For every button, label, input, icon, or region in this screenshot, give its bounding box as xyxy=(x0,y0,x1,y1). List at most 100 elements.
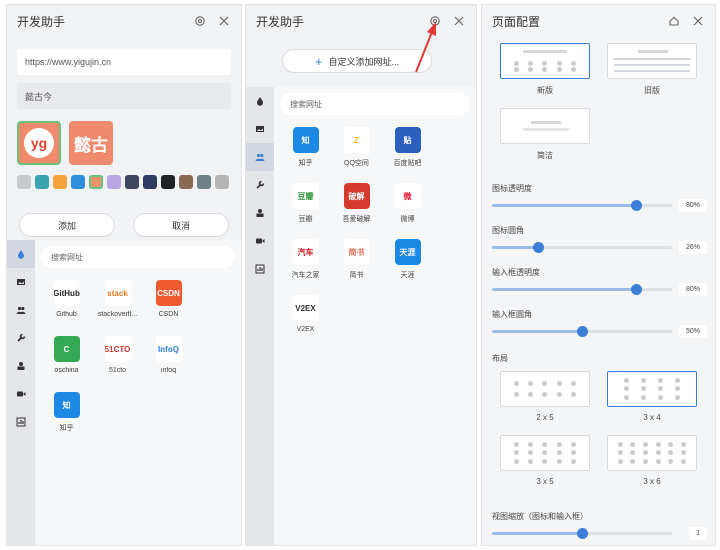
panel-header: 页面配置 xyxy=(482,5,715,37)
site-item[interactable]: 知知乎 xyxy=(280,127,331,183)
category-chart-icon[interactable] xyxy=(7,408,35,436)
site-item[interactable]: Z QQ空间 xyxy=(331,127,382,183)
gear-icon[interactable] xyxy=(193,14,207,28)
layout-option-3x6[interactable]: 3 x 6 xyxy=(607,435,697,486)
site-item[interactable]: 微微博 xyxy=(382,183,433,239)
site-label: 简书 xyxy=(349,272,364,279)
category-rail xyxy=(7,240,35,545)
site-browser: 搜索网址 知知乎 Z QQ空间贴百度贴吧 豆瓣 豆瓣 破解 吾爱破解微微博 汽车 汽车之家 简书简… xyxy=(246,87,476,545)
slider-knob[interactable] xyxy=(576,528,588,539)
color-swatch[interactable] xyxy=(53,175,67,189)
category-video-icon[interactable] xyxy=(246,227,274,255)
add-custom-url-label: 自定义添加网址... xyxy=(328,56,400,67)
category-rail xyxy=(246,87,274,545)
site-item[interactable]: 破解 吾爱破解 xyxy=(331,183,382,239)
panel-header: 开发助手 xyxy=(7,5,241,37)
category-wrench-icon[interactable] xyxy=(7,324,35,352)
site-item[interactable]: 简书 简书 xyxy=(331,239,382,295)
site-label: CSDN xyxy=(158,311,179,318)
input-radius-slider[interactable] xyxy=(492,326,672,337)
color-swatch[interactable] xyxy=(89,175,103,189)
slider-knob[interactable] xyxy=(630,284,642,295)
cancel-button[interactable]: 取消 xyxy=(133,213,229,237)
style-option-simple[interactable]: 简洁 xyxy=(500,108,590,161)
name-input[interactable]: 懿古今 xyxy=(17,83,231,109)
page-config-panel: 页面配置 新版 旧版 简洁 图标透明度 80% 图标圆角 26% 输入框透明度 … xyxy=(481,4,716,546)
panel-title: 开发助手 xyxy=(17,14,66,29)
style-preview-new xyxy=(500,43,590,79)
site-item[interactable]: 天涯 天涯 xyxy=(382,239,433,295)
close-icon[interactable] xyxy=(217,14,231,28)
category-wrench-icon[interactable] xyxy=(246,171,274,199)
site-label: 知乎 xyxy=(59,425,74,432)
site-search-input[interactable]: 搜索网址 xyxy=(280,93,470,115)
category-people-icon[interactable] xyxy=(7,296,35,324)
layout-option-3x5[interactable]: 3 x 5 xyxy=(500,435,590,486)
color-swatch[interactable] xyxy=(17,175,31,189)
site-logo-icon: 豆瓣 xyxy=(292,183,319,209)
color-swatch[interactable] xyxy=(161,175,175,189)
site-item[interactable]: 51CTO 51cto xyxy=(92,336,143,392)
site-item[interactable]: 贴百度贴吧 xyxy=(382,127,433,183)
category-image-icon[interactable] xyxy=(246,115,274,143)
color-swatch[interactable] xyxy=(143,175,157,189)
input-opacity-slider[interactable] xyxy=(492,284,672,295)
site-item[interactable]: 汽车 汽车之家 xyxy=(280,239,331,295)
site-item[interactable]: stack stackoverfl... xyxy=(92,280,143,336)
category-user-icon[interactable] xyxy=(7,352,35,380)
color-swatch[interactable] xyxy=(197,175,211,189)
layout-option-2x5[interactable]: 2 x 5 xyxy=(500,371,590,422)
panel-title: 页面配置 xyxy=(492,14,541,29)
close-icon[interactable] xyxy=(691,14,705,28)
site-search-input[interactable]: 搜索网址 xyxy=(41,246,235,268)
site-item[interactable]: InfoQ infoq xyxy=(143,336,194,392)
logo-option-icon[interactable]: yg xyxy=(17,121,61,165)
category-user-icon[interactable] xyxy=(246,199,274,227)
slider-knob[interactable] xyxy=(576,326,588,337)
color-swatch[interactable] xyxy=(125,175,139,189)
url-input[interactable]: https://www.yigujin.cn xyxy=(17,49,231,75)
site-item[interactable]: Coschina xyxy=(41,336,92,392)
style-option-old[interactable]: 旧版 xyxy=(607,43,697,96)
home-icon[interactable] xyxy=(667,14,681,28)
category-drop-icon[interactable] xyxy=(246,87,274,115)
layout-preview xyxy=(500,371,590,407)
site-item[interactable]: 知知乎 xyxy=(41,392,92,448)
style-preview-simple xyxy=(500,108,590,144)
site-label: 天涯 xyxy=(400,272,415,279)
category-chart-icon[interactable] xyxy=(246,255,274,283)
logo-option-text[interactable]: 懿古 xyxy=(69,121,113,165)
style-old-label: 旧版 xyxy=(644,86,660,95)
icon-radius-slider[interactable] xyxy=(492,242,672,253)
category-image-icon[interactable] xyxy=(7,268,35,296)
color-swatch[interactable] xyxy=(71,175,85,189)
site-item[interactable]: GitHub Github xyxy=(41,280,92,336)
add-button[interactable]: 添加 xyxy=(19,213,115,237)
color-swatch[interactable] xyxy=(107,175,121,189)
style-option-new[interactable]: 新版 xyxy=(500,43,590,96)
site-item[interactable]: V2EX V2EX xyxy=(280,295,331,351)
category-drop-icon[interactable] xyxy=(7,240,35,268)
site-logo-icon: 微 xyxy=(394,183,421,209)
site-item[interactable]: CSDN CSDN xyxy=(143,280,194,336)
site-logo-icon: stack xyxy=(104,280,131,306)
site-label: QQ空间 xyxy=(344,160,369,167)
slider-knob[interactable] xyxy=(630,200,642,211)
site-label: infoq xyxy=(160,367,177,374)
category-video-icon[interactable] xyxy=(7,380,35,408)
close-icon[interactable] xyxy=(452,14,466,28)
site-logo-icon: InfoQ xyxy=(155,336,182,362)
layout-option-3x4[interactable]: 3 x 4 xyxy=(607,371,697,422)
style-preview-old xyxy=(607,43,697,79)
input-radius-value: 50% xyxy=(678,325,707,338)
slider-knob[interactable] xyxy=(533,242,545,253)
color-swatch[interactable] xyxy=(179,175,193,189)
icon-opacity-slider[interactable] xyxy=(492,200,672,211)
site-logo-icon: C xyxy=(53,336,80,362)
zoom-slider[interactable] xyxy=(492,528,672,539)
site-item[interactable]: 豆瓣 豆瓣 xyxy=(280,183,331,239)
dev-helper-panel-main: 开发助手 + 自定义添加网址... 搜索网址 知 知乎 Z QQ空间 贴 百度贴… xyxy=(245,4,477,546)
color-swatch[interactable] xyxy=(215,175,229,189)
color-swatch[interactable] xyxy=(35,175,49,189)
category-people-icon[interactable] xyxy=(246,143,274,171)
